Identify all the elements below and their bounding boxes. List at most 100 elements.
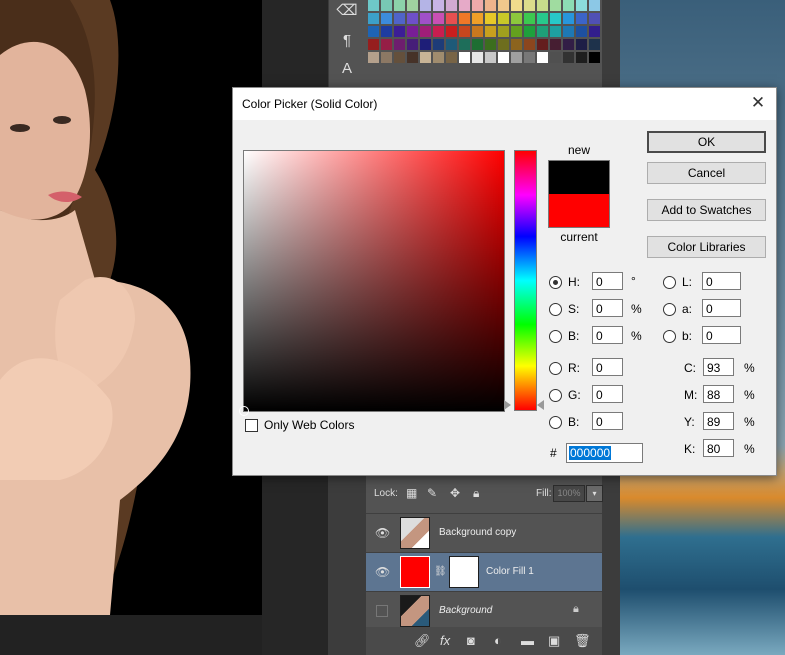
layer-row-color-fill[interactable]: 👁︎ ⛓ Color Fill 1 (366, 552, 602, 591)
swatch[interactable] (498, 0, 509, 11)
swatch[interactable] (407, 13, 418, 24)
lab-l-field[interactable]: 0 (702, 272, 741, 290)
swatch[interactable] (368, 39, 379, 50)
hue-field[interactable]: 0 (592, 272, 623, 290)
swatch[interactable] (550, 13, 561, 24)
new-layer-icon[interactable]: ▣ (548, 633, 560, 649)
swatch[interactable] (368, 52, 379, 63)
cyan-field[interactable]: 93 (703, 358, 734, 376)
hue-slider-left-arrow-icon[interactable] (504, 400, 511, 410)
brightness-radio[interactable] (549, 330, 562, 343)
swatch[interactable] (550, 0, 561, 11)
swatch[interactable] (511, 0, 522, 11)
saturation-field[interactable]: 0 (592, 299, 623, 317)
swatch[interactable] (433, 52, 444, 63)
color-field-marker[interactable] (239, 406, 249, 416)
paragraph-icon[interactable]: ¶ (335, 30, 359, 52)
layer-row-background-copy[interactable]: 👁︎ Background copy (366, 513, 602, 552)
swatch[interactable] (407, 0, 418, 11)
swatch[interactable] (381, 39, 392, 50)
fill-value[interactable]: 100% (553, 485, 585, 502)
swatch[interactable] (524, 26, 535, 37)
swatch[interactable] (472, 0, 483, 11)
color-field[interactable] (239, 150, 505, 416)
swatch[interactable] (394, 0, 405, 11)
swatch[interactable] (446, 0, 457, 11)
brightness-field[interactable]: 0 (592, 326, 623, 344)
swatch[interactable] (381, 52, 392, 63)
hue-slider[interactable] (514, 150, 537, 411)
swatch[interactable] (420, 0, 431, 11)
mask-icon[interactable]: ◙ (467, 633, 475, 648)
swatch[interactable] (368, 13, 379, 24)
swatch[interactable] (446, 26, 457, 37)
swatch[interactable] (472, 26, 483, 37)
blue-field[interactable]: 0 (592, 412, 623, 430)
swatch[interactable] (576, 13, 587, 24)
swatch[interactable] (550, 52, 561, 63)
folder-icon[interactable]: ▬ (521, 633, 534, 648)
swatch[interactable] (368, 0, 379, 11)
swatch[interactable] (394, 13, 405, 24)
swatch[interactable] (407, 26, 418, 37)
swatch[interactable] (537, 13, 548, 24)
visibility-empty-icon[interactable] (376, 605, 388, 617)
swatch[interactable] (576, 0, 587, 11)
swatch[interactable] (433, 13, 444, 24)
only-web-colors-checkbox[interactable] (245, 419, 258, 432)
lab-b-field[interactable]: 0 (702, 326, 741, 344)
green-field[interactable]: 0 (592, 385, 623, 403)
lock-all-icon[interactable]: 🔒︎ (473, 486, 479, 501)
lock-paint-icon[interactable]: ✎ (427, 486, 437, 500)
add-to-swatches-button[interactable]: Add to Swatches (647, 199, 766, 221)
swatch[interactable] (485, 26, 496, 37)
yellow-field[interactable]: 89 (703, 412, 734, 430)
swatch[interactable] (498, 13, 509, 24)
lab-l-radio[interactable] (663, 276, 676, 289)
swatch[interactable] (485, 52, 496, 63)
swatch[interactable] (407, 52, 418, 63)
swatch[interactable] (589, 26, 600, 37)
swatch[interactable] (498, 39, 509, 50)
dialog-titlebar[interactable]: Color Picker (Solid Color) ✕ (233, 88, 776, 120)
swatch[interactable] (511, 52, 522, 63)
swatch[interactable] (459, 52, 470, 63)
swatch[interactable] (511, 39, 522, 50)
lock-position-icon[interactable]: ✥ (450, 486, 460, 500)
visibility-eye-icon[interactable]: 👁︎ (375, 526, 390, 540)
swatch[interactable] (576, 39, 587, 50)
swatch[interactable] (589, 39, 600, 50)
swatch[interactable] (550, 39, 561, 50)
swatch[interactable] (446, 52, 457, 63)
hue-radio[interactable] (549, 276, 562, 289)
swatch[interactable] (537, 39, 548, 50)
swatch[interactable] (407, 39, 418, 50)
cancel-button[interactable]: Cancel (647, 162, 766, 184)
lab-b-radio[interactable] (663, 330, 676, 343)
swatch[interactable] (472, 52, 483, 63)
swatch[interactable] (537, 26, 548, 37)
hex-field[interactable]: 000000 (566, 443, 643, 463)
swatch[interactable] (537, 52, 548, 63)
swatch[interactable] (589, 52, 600, 63)
swatch[interactable] (394, 52, 405, 63)
layer-row-background[interactable]: Background 🔒︎ (366, 591, 602, 630)
swatch[interactable] (446, 39, 457, 50)
link-icon[interactable]: 🔗︎ (414, 633, 431, 649)
swatch[interactable] (563, 26, 574, 37)
swatch[interactable] (563, 52, 574, 63)
tool-icon[interactable]: ⌫ (335, 0, 359, 22)
green-radio[interactable] (549, 389, 562, 402)
swatch[interactable] (524, 52, 535, 63)
swatch[interactable] (563, 39, 574, 50)
swatch[interactable] (576, 52, 587, 63)
swatch[interactable] (381, 13, 392, 24)
swatch[interactable] (524, 39, 535, 50)
swatch[interactable] (524, 0, 535, 11)
swatch[interactable] (524, 13, 535, 24)
swatch[interactable] (446, 13, 457, 24)
swatch[interactable] (368, 26, 379, 37)
swatch[interactable] (511, 26, 522, 37)
swatch[interactable] (550, 26, 561, 37)
red-radio[interactable] (549, 362, 562, 375)
